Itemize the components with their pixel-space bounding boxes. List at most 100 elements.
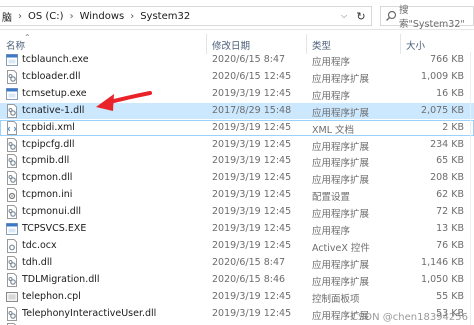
header-size[interactable]: 大小 <box>406 38 425 52</box>
search-input[interactable]: 搜索"System32" <box>380 5 474 30</box>
dll-icon <box>6 272 18 287</box>
file-type: 应用程序 <box>312 90 351 102</box>
address-bar: 脑 › OS (C:) › Windows › System32 ⌵ ↻ 搜索"… <box>0 0 474 30</box>
file-size: 2,075 KB <box>421 104 464 116</box>
file-date-modified: 2019/3/19 12:45 <box>212 290 292 302</box>
file-row[interactable]: TDLMigration.dll 2020/6/15 8:46 应用程序扩展 1,05… <box>0 272 474 288</box>
file-row[interactable]: tcbloader.dll 2020/6/15 12:45 应用程序扩展 1,009 … <box>0 69 474 85</box>
file-size: 76 KB <box>436 239 464 251</box>
file-name: tcpbidi.xml <box>22 121 75 133</box>
file-name: tcpmonui.dll <box>22 206 82 218</box>
file-date-modified: 2019/3/19 12:45 <box>212 155 292 167</box>
file-row[interactable]: TCPSVCS.EXE 2019/3/19 12:45 应用程序 13 KB <box>0 221 474 237</box>
file-row[interactable]: tdh.dll 2020/6/15 8:47 应用程序扩展 1,146 KB <box>0 255 474 271</box>
dll-icon <box>6 306 18 321</box>
file-row[interactable]: tcmsetup.exe 2019/3/19 12:45 应用程序 16 KB <box>0 86 474 102</box>
file-size: 208 KB <box>430 172 464 184</box>
dll-icon <box>6 69 18 84</box>
ini-icon <box>6 188 18 203</box>
header-name[interactable]: 名称 <box>6 38 25 52</box>
file-date-modified: 2019/3/19 12:45 <box>212 121 292 133</box>
dll-icon <box>6 205 18 220</box>
file-type: 应用程序扩展 <box>312 175 370 187</box>
address-history-dropdown-icon[interactable]: ⌵ <box>337 7 351 25</box>
breadcrumb-separator-icon[interactable]: › <box>14 11 26 22</box>
file-row[interactable]: tcpmon.dll 2019/3/19 12:45 应用程序扩展 208 KB <box>0 170 474 186</box>
xml-icon <box>6 120 18 135</box>
column-divider[interactable] <box>306 34 307 54</box>
breadcrumb-this-pc[interactable]: 脑 <box>0 9 14 24</box>
breadcrumb-system32[interactable]: System32 <box>138 11 192 22</box>
header-type[interactable]: 类型 <box>312 38 331 52</box>
header-date-modified[interactable]: 修改日期 <box>212 38 250 52</box>
breadcrumb-separator-icon[interactable]: › <box>126 11 138 22</box>
watermark: CSDN @chen18394256 <box>351 312 468 323</box>
breadcrumb-os-c[interactable]: OS (C:) <box>26 11 66 22</box>
column-divider[interactable] <box>206 34 207 54</box>
file-date-modified: 2020/6/15 8:47 <box>212 256 286 268</box>
file-name: TCPSVCS.EXE <box>22 223 87 234</box>
exe-icon <box>6 53 18 67</box>
file-type: 配置设置 <box>312 192 351 204</box>
file-row[interactable]: tdc.ocx 2019/3/19 12:45 ActiveX 控件 76 KB <box>0 238 474 254</box>
file-type: 应用程序扩展 <box>312 107 370 119</box>
file-size: 766 KB <box>430 54 464 65</box>
dll-icon <box>6 103 18 118</box>
file-name: tdc.ocx <box>22 239 57 251</box>
column-divider <box>470 52 471 325</box>
breadcrumb-separator-icon[interactable]: › <box>66 11 78 22</box>
file-row[interactable]: tcpipcfg.dll 2019/3/19 12:45 应用程序扩展 234 KB <box>0 137 474 153</box>
file-name: tcpmon.ini <box>22 189 73 201</box>
file-date-modified: 2019/3/19 12:45 <box>212 138 292 150</box>
file-name: tcnative-1.dll <box>22 104 85 116</box>
file-date-modified: 2019/3/19 12:45 <box>212 307 292 319</box>
file-name: TDLMigration.dll <box>22 273 100 285</box>
file-type: XML 文档 <box>312 124 355 136</box>
file-row[interactable]: tcnative-1.dll 2017/8/29 15:48 应用程序扩展 2,075… <box>0 102 474 119</box>
cpl-icon <box>6 290 18 304</box>
column-header: ⌃ 名称 修改日期 类型 大小 <box>0 33 474 54</box>
file-name: tcbloader.dll <box>22 70 81 82</box>
file-type: 应用程序扩展 <box>312 276 370 288</box>
breadcrumb-windows[interactable]: Windows <box>78 11 127 22</box>
file-date-modified: 2019/3/19 12:45 <box>212 206 292 218</box>
breadcrumb[interactable]: 脑 › OS (C:) › Windows › System32 ⌵ ↻ <box>0 6 372 26</box>
file-name: TelephonyInteractiveUser.dll <box>22 307 157 319</box>
file-type: 应用程序 <box>312 226 351 237</box>
file-size: 1,146 KB <box>421 256 464 268</box>
file-type: ActiveX 控件 <box>312 242 370 254</box>
file-size: 65 KB <box>436 155 464 167</box>
file-date-modified: 2019/3/19 12:45 <box>212 87 292 99</box>
file-size: 55 KB <box>436 290 464 302</box>
file-row[interactable]: tcpmon.ini 2019/3/19 12:45 配置设置 62 KB <box>0 187 474 203</box>
file-date-modified: 2020/6/15 8:46 <box>212 273 286 285</box>
dll-icon <box>6 137 18 152</box>
file-size: 234 KB <box>430 138 464 150</box>
file-row[interactable]: tcpbidi.xml 2019/3/19 12:45 XML 文档 2 KB <box>0 119 474 136</box>
file-name: tcpmon.dll <box>22 172 73 184</box>
exe-icon <box>6 222 18 236</box>
file-type: 应用程序扩展 <box>312 259 370 271</box>
file-row[interactable]: tcpmib.dll 2019/3/19 12:45 应用程序扩展 65 KB <box>0 153 474 169</box>
file-row[interactable]: tcblaunch.exe 2020/6/15 8:47 应用程序 766 KB <box>0 52 474 68</box>
file-name: tcpmib.dll <box>22 155 70 167</box>
file-name: tdh.dll <box>22 256 53 268</box>
file-size: 72 KB <box>436 206 464 218</box>
file-type: 控制面板项 <box>312 293 360 305</box>
file-size: 1,009 KB <box>421 70 464 82</box>
refresh-icon[interactable]: ↻ <box>353 7 369 25</box>
column-divider[interactable] <box>400 34 401 54</box>
file-row[interactable]: tcpmonui.dll 2019/3/19 12:45 应用程序扩展 72 KB <box>0 204 474 220</box>
file-row[interactable]: telephon.cpl 2019/3/19 12:45 控制面板项 55 KB <box>0 289 474 305</box>
file-date-modified: 2019/3/19 12:45 <box>212 223 292 234</box>
file-name: tcpipcfg.dll <box>22 138 75 150</box>
file-name: tcmsetup.exe <box>22 87 87 99</box>
file-type: 应用程序扩展 <box>312 73 370 85</box>
file-date-modified: 2020/6/15 12:45 <box>212 70 292 82</box>
file-size: 2 KB <box>442 121 464 133</box>
file-date-modified: 2019/3/19 12:45 <box>212 239 292 251</box>
exe-icon <box>6 87 18 101</box>
ocx-icon <box>6 238 18 253</box>
file-size: 13 KB <box>436 223 464 234</box>
search-icon <box>386 10 397 21</box>
